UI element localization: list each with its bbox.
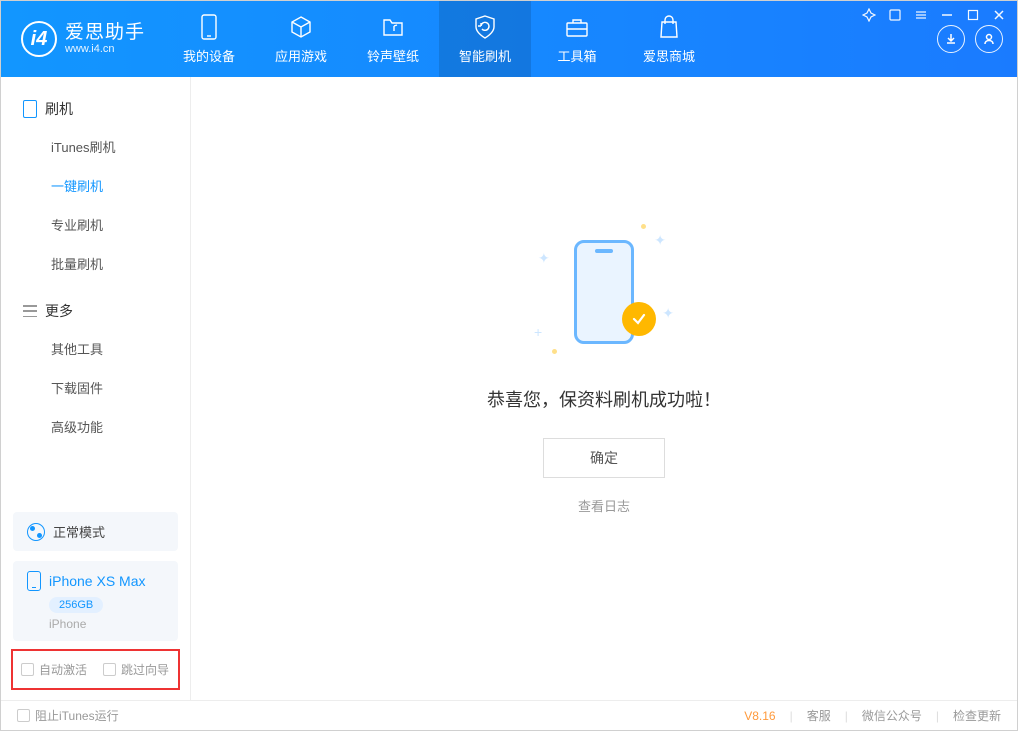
mode-label: 正常模式 — [53, 522, 105, 541]
main-content: ✦ ✦ + ✦ 恭喜您，保资料刷机成功啦！ 确定 查看日志 — [191, 77, 1017, 700]
mode-icon — [27, 523, 45, 541]
app-header: i4 爱思助手 www.i4.cn 我的设备 应用游戏 铃声壁纸 智能刷机 工具… — [1, 1, 1017, 77]
sidebar-section-label: 刷机 — [45, 99, 73, 119]
sidebar-item-other-tools[interactable]: 其他工具 — [1, 329, 190, 368]
sparkle-icon: + — [534, 324, 542, 340]
sidebar-item-pro-flash[interactable]: 专业刷机 — [1, 205, 190, 244]
device-info[interactable]: iPhone XS Max 256GB iPhone — [13, 561, 178, 641]
device-name: iPhone XS Max — [49, 573, 146, 589]
menu-icon[interactable] — [913, 7, 929, 23]
view-log-link[interactable]: 查看日志 — [578, 496, 630, 515]
hamburger-icon — [23, 305, 37, 317]
nav-label: 应用游戏 — [275, 46, 327, 65]
version-label: V8.16 — [744, 709, 775, 723]
nav-apps[interactable]: 应用游戏 — [255, 1, 347, 77]
maximize-button[interactable] — [965, 7, 981, 23]
mode-indicator[interactable]: 正常模式 — [13, 512, 178, 551]
nav-toolbox[interactable]: 工具箱 — [531, 1, 623, 77]
nav-label: 我的设备 — [183, 46, 235, 65]
success-message: 恭喜您，保资料刷机成功啦！ — [487, 386, 721, 412]
nav-label: 铃声壁纸 — [367, 46, 419, 65]
sidebar-item-itunes-flash[interactable]: iTunes刷机 — [1, 127, 190, 166]
sidebar-section-label: 更多 — [45, 301, 73, 321]
download-button[interactable] — [937, 25, 965, 53]
sidebar-item-batch-flash[interactable]: 批量刷机 — [1, 244, 190, 283]
phone-outline-icon — [23, 100, 37, 118]
logo-icon: i4 — [21, 21, 57, 57]
sidebar-section-more: 更多 — [1, 293, 190, 329]
check-badge-icon — [622, 302, 656, 336]
nav-label: 智能刷机 — [459, 46, 511, 65]
sidebar-section-flash: 刷机 — [1, 91, 190, 127]
checkbox-block-itunes[interactable]: 阻止iTunes运行 — [17, 707, 119, 724]
ok-button[interactable]: 确定 — [543, 438, 665, 478]
sidebar-item-advanced[interactable]: 高级功能 — [1, 407, 190, 446]
theme-icon[interactable] — [861, 7, 877, 23]
device-storage: 256GB — [49, 597, 103, 613]
app-title: 爱思助手 — [65, 23, 145, 44]
nav-store[interactable]: 爱思商城 — [623, 1, 715, 77]
toolbox-icon — [564, 14, 590, 40]
highlighted-options: 自动激活 跳过向导 — [11, 649, 180, 690]
user-button[interactable] — [975, 25, 1003, 53]
wechat-link[interactable]: 微信公众号 — [862, 707, 922, 724]
close-button[interactable] — [991, 7, 1007, 23]
bag-icon — [656, 14, 682, 40]
dot-icon — [552, 349, 557, 354]
minimize-button[interactable] — [939, 7, 955, 23]
checkbox-icon — [17, 709, 30, 722]
nav-label: 工具箱 — [558, 46, 597, 65]
nav-label: 爱思商城 — [643, 46, 695, 65]
nav-flash[interactable]: 智能刷机 — [439, 1, 531, 77]
status-bar: 阻止iTunes运行 V8.16 | 客服 | 微信公众号 | 检查更新 — [1, 700, 1017, 730]
window-controls — [861, 7, 1007, 23]
sparkle-icon: ✦ — [654, 232, 666, 249]
success-illustration: ✦ ✦ + ✦ — [534, 222, 674, 362]
checkbox-label: 自动激活 — [39, 661, 87, 678]
shield-refresh-icon — [472, 14, 498, 40]
sidebar-item-oneclick-flash[interactable]: 一键刷机 — [1, 166, 190, 205]
sidebar: 刷机 iTunes刷机 一键刷机 专业刷机 批量刷机 更多 其他工具 下载固件 … — [1, 77, 191, 700]
checkbox-auto-activate[interactable]: 自动激活 — [21, 661, 87, 678]
checkbox-icon — [21, 663, 34, 676]
check-update-link[interactable]: 检查更新 — [953, 707, 1001, 724]
nav-ringtones[interactable]: 铃声壁纸 — [347, 1, 439, 77]
device-type: iPhone — [49, 617, 164, 631]
sidebar-item-download-firmware[interactable]: 下载固件 — [1, 368, 190, 407]
checkbox-icon — [103, 663, 116, 676]
checkbox-skip-wizard[interactable]: 跳过向导 — [103, 661, 169, 678]
dot-icon — [641, 224, 646, 229]
main-nav: 我的设备 应用游戏 铃声壁纸 智能刷机 工具箱 爱思商城 — [163, 1, 715, 77]
checkbox-label: 跳过向导 — [121, 661, 169, 678]
sparkle-icon: ✦ — [662, 305, 674, 322]
checkbox-label: 阻止iTunes运行 — [35, 707, 119, 724]
nav-device[interactable]: 我的设备 — [163, 1, 255, 77]
phone-icon — [27, 571, 41, 591]
sparkle-icon: ✦ — [538, 250, 550, 267]
music-folder-icon — [380, 14, 406, 40]
device-icon — [196, 14, 222, 40]
app-subtitle: www.i4.cn — [65, 43, 145, 55]
support-link[interactable]: 客服 — [807, 707, 831, 724]
logo: i4 爱思助手 www.i4.cn — [1, 1, 163, 77]
cube-icon — [288, 14, 314, 40]
skin-icon[interactable] — [887, 7, 903, 23]
